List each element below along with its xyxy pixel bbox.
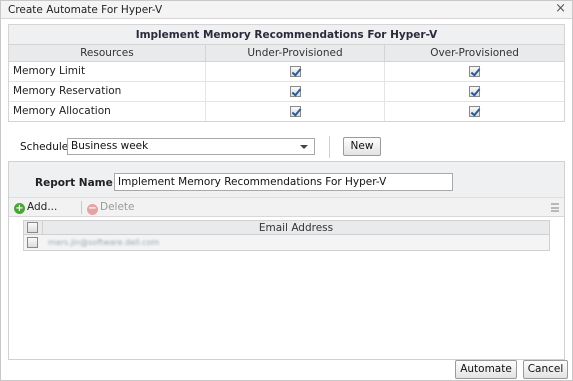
menu-icon[interactable] <box>551 203 559 212</box>
column-header-resources: Resources <box>9 45 206 62</box>
schedule-label: Schedule <box>20 141 69 153</box>
under-provisioned-checkbox[interactable] <box>289 105 301 117</box>
email-grid-header: Email Address <box>24 221 549 235</box>
report-name-input[interactable]: Implement Memory Recommendations For Hyp… <box>114 173 453 191</box>
resources-table: Resources Under-Provisioned Over-Provisi… <box>9 45 564 121</box>
table-row[interactable]: mars.jin@software.dell.com <box>24 235 549 250</box>
resource-label: Memory Reservation <box>9 81 206 102</box>
under-provisioned-checkbox[interactable] <box>289 85 301 97</box>
column-header-under-provisioned: Under-Provisioned <box>205 45 386 62</box>
table-row: Memory Limit <box>9 61 564 82</box>
table-row: Memory Allocation <box>9 101 564 121</box>
report-panel: Report Name Implement Memory Recommendat… <box>8 161 565 360</box>
column-header-email: Email Address <box>42 221 549 235</box>
table-row: Memory Reservation <box>9 81 564 102</box>
report-name-label: Report Name <box>35 177 113 189</box>
over-provisioned-checkbox[interactable] <box>469 105 481 117</box>
email-toolbar: + Add... − Delete <box>9 197 564 217</box>
resource-label: Memory Allocation <box>9 101 206 121</box>
automate-button[interactable]: Automate <box>455 360 517 379</box>
add-email-button[interactable]: + Add... <box>14 201 57 214</box>
over-provisioned-checkbox[interactable] <box>469 85 481 97</box>
resource-label: Memory Limit <box>9 61 206 82</box>
add-icon: + <box>14 203 25 214</box>
email-address: mars.jin@software.dell.com <box>48 238 160 247</box>
under-provisioned-checkbox[interactable] <box>289 65 301 77</box>
select-all-checkbox[interactable] <box>27 222 38 233</box>
email-grid: Email Address mars.jin@software.dell.com <box>23 220 550 251</box>
create-automate-dialog: Create Automate For Hyper-V × Implement … <box>0 0 573 381</box>
delete-label: Delete <box>100 201 135 213</box>
new-schedule-button[interactable]: New <box>343 137 381 156</box>
column-header-over-provisioned: Over-Provisioned <box>384 45 564 62</box>
close-icon[interactable]: × <box>555 2 566 16</box>
cancel-button[interactable]: Cancel <box>523 360 568 379</box>
chevron-down-icon[interactable] <box>300 145 308 149</box>
schedule-select[interactable]: Business week <box>67 138 315 155</box>
report-name-area: Report Name Implement Memory Recommendat… <box>9 162 564 197</box>
row-checkbox[interactable] <box>27 237 38 248</box>
schedule-value: Business week <box>71 140 149 152</box>
recommendations-panel: Implement Memory Recommendations For Hyp… <box>8 24 565 122</box>
delete-icon: − <box>87 203 98 215</box>
separator <box>329 136 330 158</box>
dialog-title: Create Automate For Hyper-V <box>8 4 163 16</box>
recommendations-header: Implement Memory Recommendations For Hyp… <box>9 25 564 45</box>
add-label: Add... <box>27 201 58 213</box>
over-provisioned-checkbox[interactable] <box>469 65 481 77</box>
delete-email-button[interactable]: − Delete <box>87 201 135 215</box>
title-bar: Create Automate For Hyper-V × <box>1 1 572 19</box>
toolbar-separator <box>81 201 82 214</box>
